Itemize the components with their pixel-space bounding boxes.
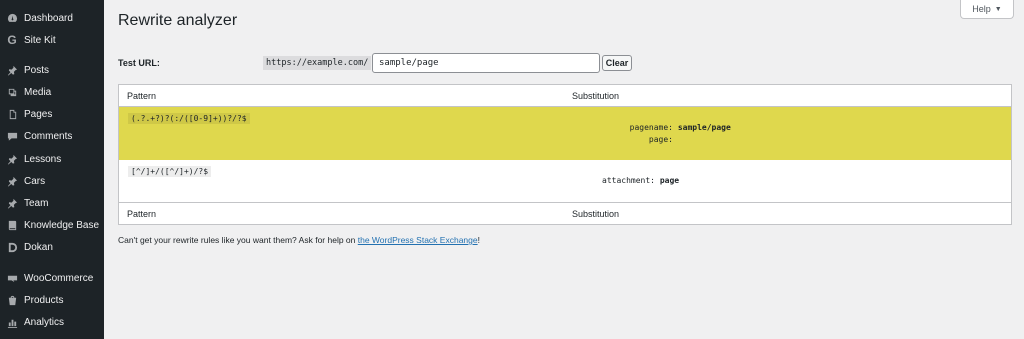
- dokan-icon: [6, 241, 18, 253]
- substitution-key: page:: [648, 135, 673, 144]
- rule-pattern: (.?.+?)?(:/([0-9]+))?/?$: [128, 113, 250, 124]
- sidebar-item-media[interactable]: Media: [0, 81, 104, 103]
- sidebar-item-label: Products: [24, 294, 64, 306]
- substitution-column-header: Substitution: [572, 91, 620, 101]
- sidebar-item-cars[interactable]: Cars: [0, 170, 104, 192]
- table-row-matched: (.?.+?)?(:/([0-9]+))?/?$ pagename: sampl…: [119, 107, 1011, 160]
- sidebar-item-posts[interactable]: Posts: [0, 59, 104, 81]
- help-text: Can't get your rewrite rules like you wa…: [118, 235, 480, 245]
- pin-icon: [6, 197, 18, 209]
- sidebar-item-label: Pages: [24, 108, 53, 120]
- sidebar-item-dokan[interactable]: Dokan: [0, 236, 104, 258]
- sidebar-item-woocommerce[interactable]: WooCommerce: [0, 267, 104, 289]
- pattern-column-header: Pattern: [127, 91, 157, 101]
- dashboard-icon: [6, 12, 18, 24]
- sidebar-item-analytics[interactable]: Analytics: [0, 311, 104, 333]
- rule-pattern: [^/]+/([^/]+)/?$: [128, 166, 212, 177]
- sidebar-item-label: Team: [24, 197, 49, 209]
- sidebar-item-site-kit[interactable]: G Site Kit: [0, 29, 104, 51]
- pin-icon: [6, 64, 18, 76]
- substitution-column-footer: Substitution: [572, 209, 620, 219]
- clear-button[interactable]: Clear: [602, 55, 632, 71]
- sidebar-item-label: Comments: [24, 130, 73, 142]
- rewrite-rules-table: Pattern Substitution (.?.+?)?(:/([0-9]+)…: [118, 84, 1012, 225]
- products-icon: [6, 294, 18, 306]
- sidebar-item-label: Dashboard: [24, 12, 73, 24]
- sidebar-item-products[interactable]: Products: [0, 289, 104, 311]
- substitution-value: sample/page: [677, 123, 731, 132]
- book-icon: [6, 219, 18, 231]
- sidebar-item-lessons[interactable]: Lessons: [0, 148, 104, 170]
- substitution-line: page:: [607, 135, 673, 144]
- sidebar-item-label: Dokan: [24, 241, 53, 253]
- pages-icon: [6, 108, 18, 120]
- comments-icon: [6, 130, 18, 142]
- substitution-key: pagename:: [629, 123, 673, 132]
- sidebar-item-label: Site Kit: [24, 34, 56, 46]
- substitution-key: attachment:: [602, 176, 655, 185]
- sidebar-item-label: Knowledge Base: [24, 219, 100, 231]
- stack-exchange-link[interactable]: the WordPress Stack Exchange: [358, 235, 478, 245]
- sidebar-item-label: Cars: [24, 175, 46, 187]
- table-footer: Pattern Substitution: [119, 202, 1011, 224]
- help-label: Help: [972, 4, 991, 14]
- pin-icon: [6, 175, 18, 187]
- help-tab-button[interactable]: Help ▼: [960, 0, 1014, 19]
- sidebar-item-knowledge-base[interactable]: Knowledge Base: [0, 214, 104, 236]
- sidebar-item-team[interactable]: Team: [0, 192, 104, 214]
- sidebar-item-label: Media: [24, 86, 52, 98]
- sidebar-item-comments[interactable]: Comments: [0, 125, 104, 147]
- sidebar-item-label: Lessons: [24, 153, 62, 165]
- analytics-icon: [6, 316, 18, 328]
- sidebar-item-label: Analytics: [24, 316, 65, 328]
- admin-sidebar: Dashboard G Site Kit Posts Media Pages C…: [0, 0, 104, 339]
- pin-icon: [6, 153, 18, 165]
- substitution-value: page: [659, 176, 680, 185]
- test-url-label: Test URL:: [118, 58, 160, 68]
- table-header: Pattern Substitution: [119, 85, 1011, 107]
- sidebar-item-label: WooCommerce: [24, 272, 94, 284]
- page-title: Rewrite analyzer: [118, 12, 238, 29]
- sidebar-item-label: Posts: [24, 64, 50, 76]
- help-text-body: Can't get your rewrite rules like you wa…: [118, 235, 358, 245]
- pattern-column-footer: Pattern: [127, 209, 157, 219]
- sidebar-item-pages[interactable]: Pages: [0, 103, 104, 125]
- substitution-line: attachment: page: [597, 176, 679, 185]
- table-row: [^/]+/([^/]+)/?$ attachment: page: [119, 160, 1011, 202]
- woocommerce-icon: [6, 272, 18, 284]
- base-url-prefix: https://example.com/: [263, 56, 372, 70]
- media-icon: [6, 86, 18, 98]
- sidebar-item-dashboard[interactable]: Dashboard: [0, 7, 104, 29]
- site-kit-icon: G: [7, 33, 17, 47]
- chevron-down-icon: ▼: [994, 5, 1002, 13]
- help-text-end: !: [477, 235, 480, 245]
- test-url-input[interactable]: [372, 53, 600, 73]
- substitution-line: pagename: sample/page: [607, 123, 731, 132]
